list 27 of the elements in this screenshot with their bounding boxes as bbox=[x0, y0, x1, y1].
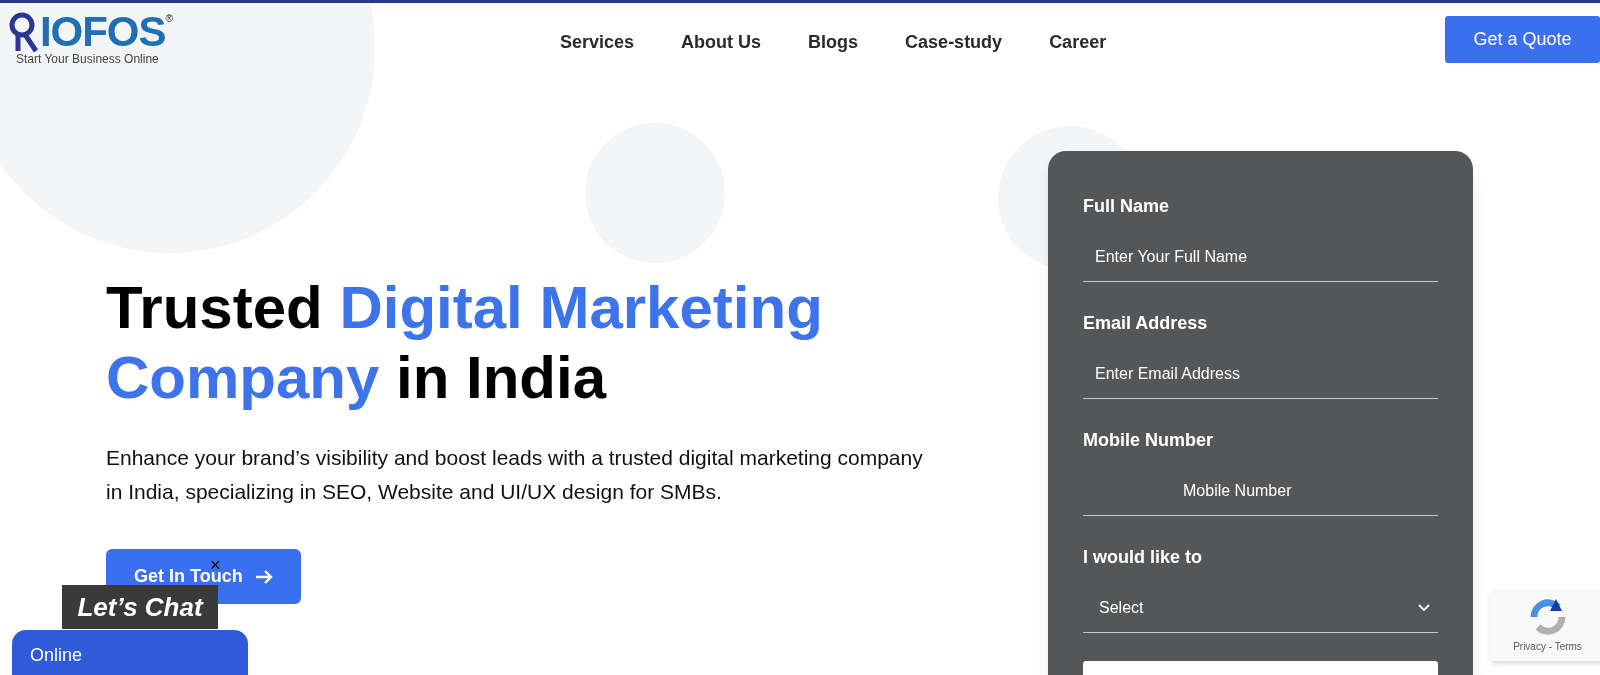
logo-mark-icon bbox=[8, 11, 40, 53]
lets-chat-tooltip[interactable]: Let’s Chat bbox=[62, 585, 218, 629]
privacy-terms-links[interactable]: Privacy - Terms bbox=[1513, 639, 1582, 654]
logo-tagline: Start Your Business Online bbox=[15, 53, 160, 65]
nav-link[interactable]: Blogs bbox=[808, 29, 859, 56]
select-value: Select bbox=[1099, 597, 1144, 618]
input-field[interactable]: Enter Email Address bbox=[1083, 349, 1438, 399]
nav-link[interactable]: About Us bbox=[681, 29, 762, 56]
arrow-right-icon bbox=[254, 568, 273, 585]
nav-link[interactable]: Services bbox=[560, 29, 635, 56]
input-field[interactable]: Enter Your Full Name bbox=[1083, 232, 1438, 282]
nav-link[interactable]: Case-study bbox=[905, 29, 1003, 56]
chevron-down-icon bbox=[1418, 603, 1430, 612]
hero-description: Enhance your brand’s visibility and boost leads with a trusted digital marketing company in India, specializing in SEO, Website and UI/UX design for SMBs. bbox=[106, 445, 924, 505]
nav-link[interactable]: Career bbox=[1049, 29, 1107, 56]
chat-status: Online bbox=[30, 645, 83, 665]
field-label: I would like to bbox=[1083, 546, 1203, 569]
field-label: Full Name bbox=[1083, 195, 1171, 218]
get-a-quote-button[interactable]: Get a Quote bbox=[1445, 16, 1600, 63]
logo-wordmark: IOFOS bbox=[40, 11, 166, 53]
field-label: Mobile Number bbox=[1083, 429, 1214, 452]
input-field[interactable]: Mobile Number bbox=[1083, 466, 1438, 516]
select-field[interactable]: Select bbox=[1083, 583, 1438, 633]
chat-online-tab[interactable]: Online bbox=[12, 630, 248, 675]
registered-mark: ® bbox=[165, 12, 173, 24]
field-label: Email Address bbox=[1083, 312, 1209, 335]
hero-heading: Trusted Digital Marketing Company in India bbox=[106, 273, 824, 413]
